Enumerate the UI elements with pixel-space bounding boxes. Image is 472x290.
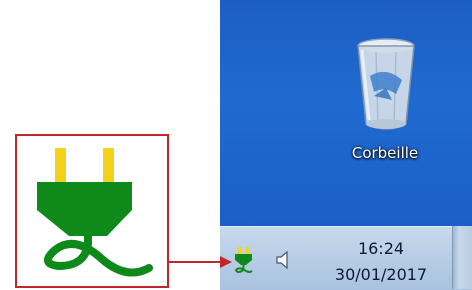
callout-arrow (167, 256, 232, 268)
